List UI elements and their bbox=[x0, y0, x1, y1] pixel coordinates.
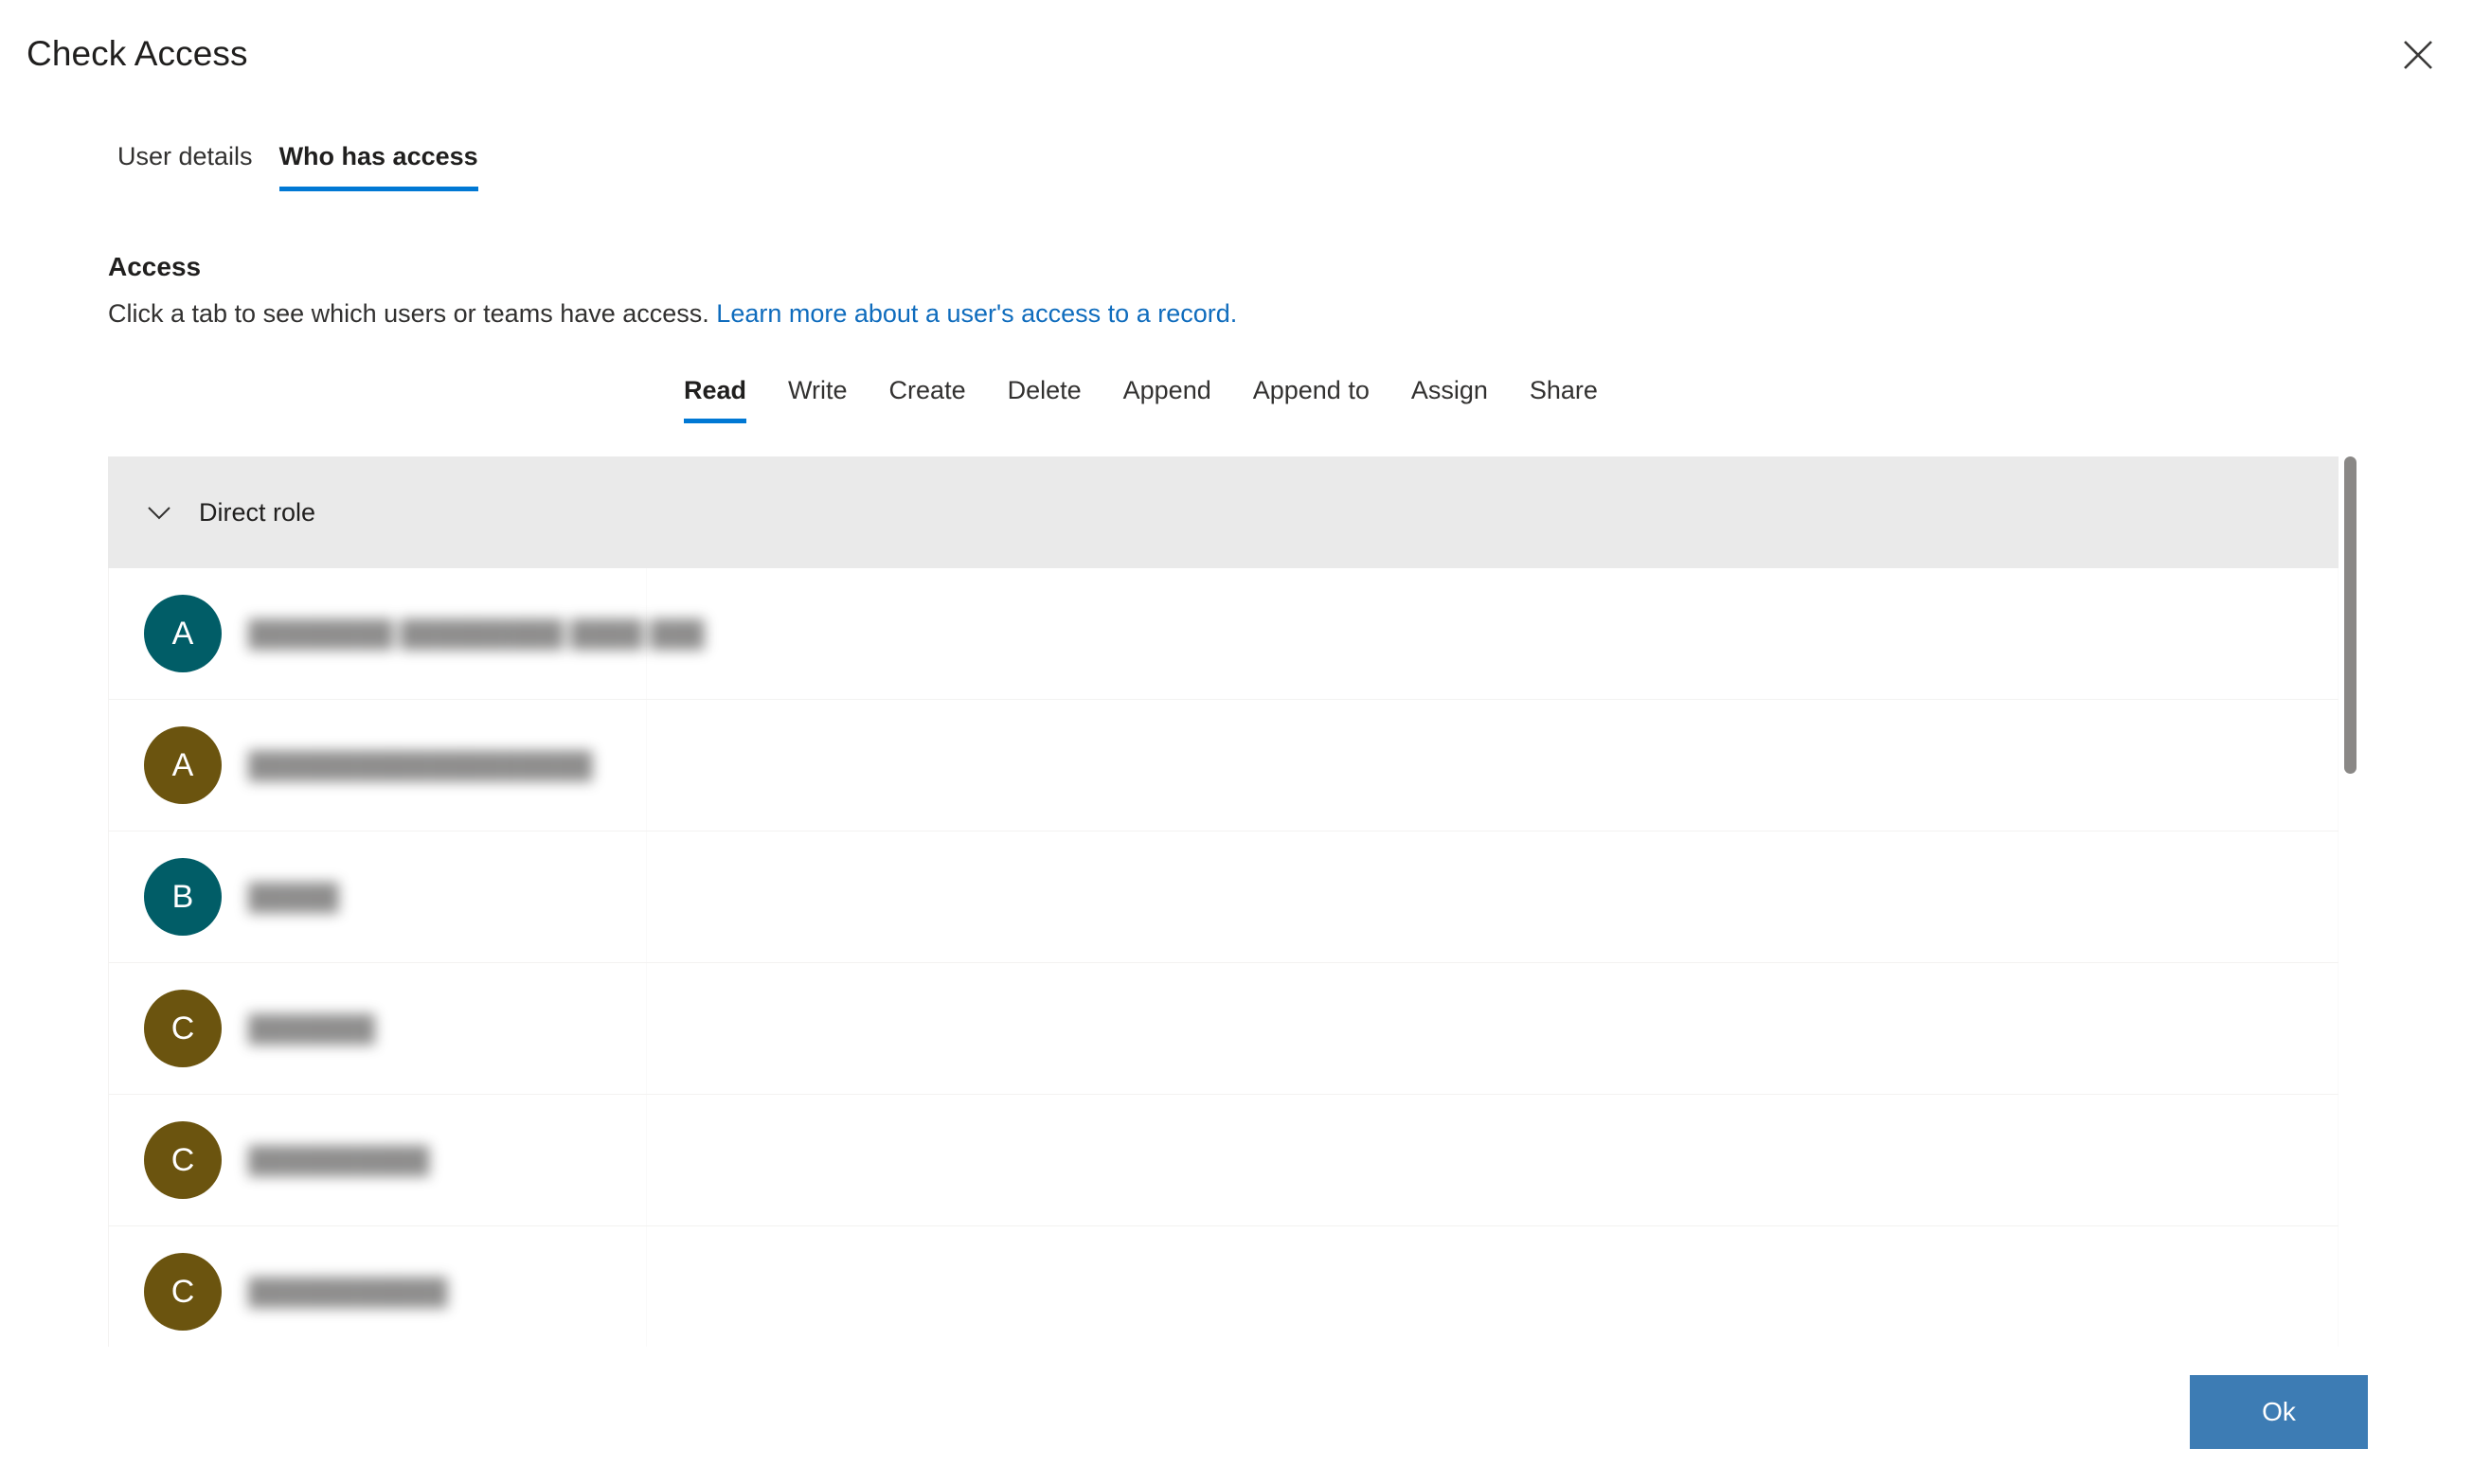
tab-write[interactable]: Write bbox=[767, 374, 869, 423]
table-row[interactable]: C ███████████ bbox=[108, 1226, 2339, 1347]
access-list: Direct role A ████████ █████████ ████ ██… bbox=[108, 456, 2339, 1347]
pivot-tablist: User details Who has access bbox=[104, 140, 492, 191]
column-divider bbox=[2338, 1095, 2339, 1225]
tab-delete[interactable]: Delete bbox=[987, 374, 1102, 423]
principal-name: ██████████ bbox=[248, 1145, 430, 1174]
column-divider bbox=[646, 700, 647, 831]
tab-who-has-access[interactable]: Who has access bbox=[266, 140, 492, 191]
group-header-direct-role[interactable]: Direct role bbox=[108, 456, 2339, 568]
tab-user-details-label: User details bbox=[117, 142, 253, 170]
avatar: C bbox=[144, 1121, 222, 1199]
tab-create-label: Create bbox=[888, 376, 966, 404]
avatar: C bbox=[144, 990, 222, 1067]
access-heading: Access bbox=[108, 252, 202, 281]
tab-delete-label: Delete bbox=[1007, 376, 1082, 404]
tab-user-details[interactable]: User details bbox=[104, 140, 266, 191]
column-divider bbox=[2338, 963, 2339, 1094]
learn-more-link[interactable]: Learn more about a user's access to a re… bbox=[716, 299, 1237, 328]
tab-append-to[interactable]: Append to bbox=[1232, 374, 1390, 423]
tab-share-label: Share bbox=[1529, 376, 1598, 404]
avatar: B bbox=[144, 858, 222, 936]
column-divider bbox=[2338, 700, 2339, 831]
page-title: Check Access bbox=[27, 34, 248, 73]
table-row[interactable]: A ████████ █████████ ████ ███ bbox=[108, 568, 2339, 700]
tab-read[interactable]: Read bbox=[663, 374, 767, 423]
principal-name: ████████ █████████ ████ ███ bbox=[248, 618, 705, 648]
privilege-tablist: Read Write Create Delete Append Append t… bbox=[663, 374, 1619, 423]
column-divider bbox=[2338, 1226, 2339, 1347]
tab-share[interactable]: Share bbox=[1509, 374, 1619, 423]
tab-assign-label: Assign bbox=[1410, 376, 1488, 404]
column-divider bbox=[646, 1226, 647, 1347]
table-row[interactable]: B █████ bbox=[108, 831, 2339, 963]
close-button[interactable] bbox=[2384, 21, 2452, 89]
close-icon bbox=[2402, 39, 2434, 71]
tab-append-label: Append bbox=[1122, 376, 1211, 404]
column-divider bbox=[2338, 568, 2339, 699]
column-divider bbox=[646, 1095, 647, 1225]
access-description-text: Click a tab to see which users or teams … bbox=[108, 299, 709, 328]
column-divider bbox=[646, 963, 647, 1094]
dialog-header: Check Access bbox=[0, 0, 2473, 114]
principal-name: ███████████████████ bbox=[248, 750, 593, 779]
tab-create[interactable]: Create bbox=[869, 374, 987, 423]
access-description: Click a tab to see which users or teams … bbox=[108, 296, 1237, 331]
tab-read-label: Read bbox=[684, 376, 747, 404]
principal-name: ███████ bbox=[248, 1013, 375, 1043]
tab-who-has-access-label: Who has access bbox=[278, 142, 478, 170]
tab-write-label: Write bbox=[788, 376, 848, 404]
column-divider bbox=[2338, 831, 2339, 962]
table-row[interactable]: C ███████ bbox=[108, 963, 2339, 1095]
avatar: A bbox=[144, 726, 222, 804]
list-scrollbar-thumb[interactable] bbox=[2344, 456, 2357, 774]
chevron-down-icon bbox=[140, 493, 178, 531]
list-scrollbar[interactable] bbox=[2339, 455, 2360, 1345]
principal-name: ███████████ bbox=[248, 1277, 448, 1306]
ok-button[interactable]: Ok bbox=[2190, 1375, 2368, 1449]
avatar: A bbox=[144, 595, 222, 672]
tab-append[interactable]: Append bbox=[1102, 374, 1232, 423]
avatar: C bbox=[144, 1253, 222, 1331]
tab-assign[interactable]: Assign bbox=[1390, 374, 1509, 423]
column-divider bbox=[646, 831, 647, 962]
principal-name: █████ bbox=[248, 882, 339, 911]
dialog-footer: Ok bbox=[0, 1351, 2473, 1484]
table-row[interactable]: A ███████████████████ bbox=[108, 700, 2339, 831]
tab-append-to-label: Append to bbox=[1252, 376, 1370, 404]
group-header-label: Direct role bbox=[199, 497, 316, 527]
table-row[interactable]: C ██████████ bbox=[108, 1095, 2339, 1226]
